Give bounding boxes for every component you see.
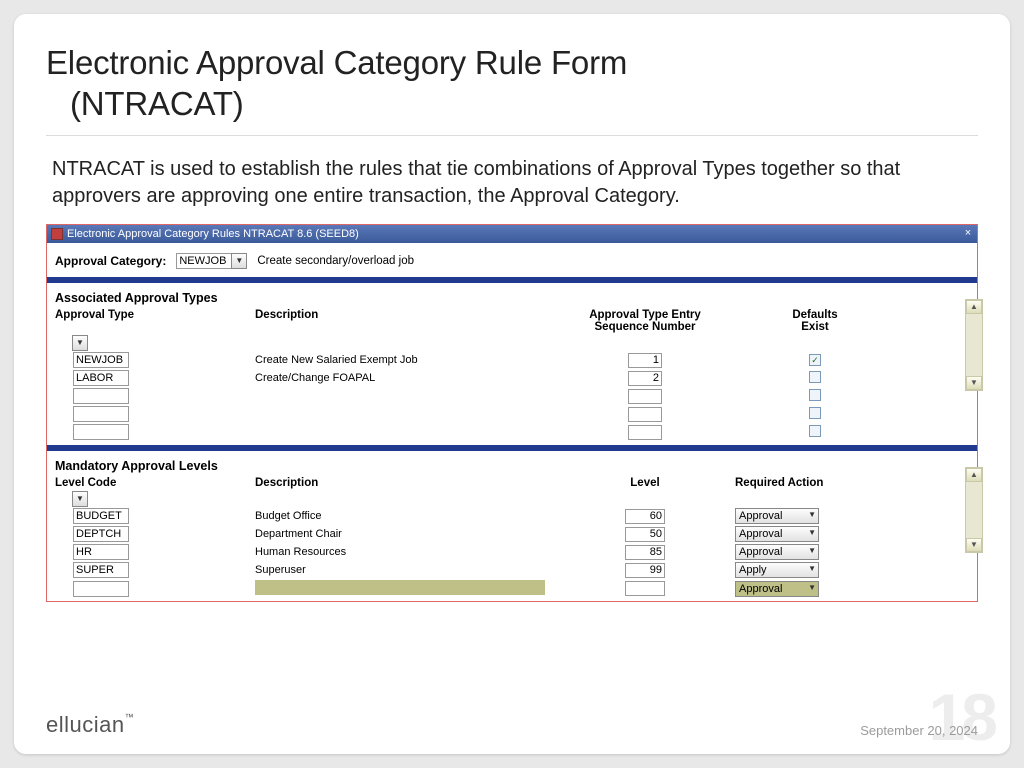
table-row-active: Approval — [55, 580, 955, 597]
table-row — [55, 388, 955, 405]
slide-title: Electronic Approval Category Rule Form (… — [46, 42, 978, 125]
defaults-exist-checkbox[interactable]: ✓ — [809, 354, 821, 366]
approval-type-code[interactable] — [73, 424, 129, 440]
level-desc: Budget Office — [255, 510, 555, 522]
defaults-exist-checkbox[interactable] — [809, 407, 821, 419]
window-title: Electronic Approval Category Rules NTRAC… — [67, 228, 359, 240]
defaults-exist-checkbox[interactable] — [809, 389, 821, 401]
table-row: Department Chair Approval — [55, 526, 955, 543]
level-code[interactable] — [73, 544, 129, 560]
level-value[interactable] — [625, 509, 665, 524]
slide-title-line1: Electronic Approval Category Rule Form — [46, 44, 627, 81]
col-defaults: Defaults Exist — [735, 309, 895, 333]
footer-date: September 20, 2024 — [860, 723, 978, 738]
level-value[interactable] — [625, 527, 665, 542]
col-description: Description — [255, 309, 555, 333]
required-action-select[interactable]: Apply — [735, 562, 819, 578]
approval-type-code[interactable] — [73, 406, 129, 422]
sequence-number[interactable] — [628, 425, 662, 440]
col-approval-type: Approval Type — [55, 309, 255, 333]
level-code[interactable] — [73, 508, 129, 524]
defaults-exist-checkbox[interactable] — [809, 371, 821, 383]
col-level: Level — [555, 477, 735, 489]
table-row: Superuser Apply — [55, 562, 955, 579]
approval-category-label: Approval Category: — [55, 254, 166, 268]
approval-type-desc: Create/Change FOAPAL — [255, 372, 555, 384]
sequence-number[interactable] — [628, 407, 662, 422]
sequence-number[interactable] — [628, 353, 662, 368]
level-desc: Superuser — [255, 564, 555, 576]
level-code[interactable] — [73, 581, 129, 597]
required-action-select[interactable]: Approval — [735, 581, 819, 597]
table-row: Human Resources Approval — [55, 544, 955, 561]
approval-type-code[interactable] — [73, 352, 129, 368]
slide-title-line2: (NTRACAT) — [46, 83, 978, 124]
table-row: Create New Salaried Exempt Job ✓ — [55, 352, 955, 369]
levels-section-title: Mandatory Approval Levels — [55, 459, 955, 473]
approval-type-code[interactable] — [73, 388, 129, 404]
col-sequence: Approval Type Entry Sequence Number — [555, 309, 735, 333]
col-required-action: Required Action — [735, 477, 895, 489]
approval-type-desc: Create New Salaried Exempt Job — [255, 354, 555, 366]
slide-body: NTRACAT is used to establish the rules t… — [46, 156, 978, 220]
app-icon — [51, 228, 63, 240]
table-row — [55, 424, 955, 441]
col-level-code: Level Code — [55, 477, 255, 489]
assoc-scrollbar[interactable]: ▲ ▼ — [965, 299, 983, 391]
app-window: Electronic Approval Category Rules NTRAC… — [46, 224, 978, 602]
level-code[interactable] — [73, 526, 129, 542]
sequence-number[interactable] — [628, 371, 662, 386]
assoc-section-title: Associated Approval Types — [55, 291, 955, 305]
required-action-select[interactable]: Approval — [735, 526, 819, 542]
keyblock: Approval Category: ▼ Create secondary/ov… — [47, 243, 977, 277]
scroll-up-icon[interactable]: ▲ — [966, 468, 982, 482]
level-code[interactable] — [73, 562, 129, 578]
approval-type-lov-button[interactable]: ▼ — [72, 335, 88, 351]
required-action-select[interactable]: Approval — [735, 544, 819, 560]
level-code-lov-button[interactable]: ▼ — [72, 491, 88, 507]
table-row: Create/Change FOAPAL — [55, 370, 955, 387]
divider — [46, 135, 978, 136]
approval-category-desc: Create secondary/overload job — [257, 255, 414, 267]
assoc-approval-types-section: Associated Approval Types Approval Type … — [47, 283, 963, 445]
required-action-select[interactable]: Approval — [735, 508, 819, 524]
scroll-down-icon[interactable]: ▼ — [966, 376, 982, 390]
level-value[interactable] — [625, 545, 665, 560]
footer: ellucian™ September 20, 2024 — [46, 712, 978, 738]
level-desc: Human Resources — [255, 546, 555, 558]
scroll-up-icon[interactable]: ▲ — [966, 300, 982, 314]
approval-type-code[interactable] — [73, 370, 129, 386]
approval-category-lov-button[interactable]: ▼ — [231, 253, 247, 269]
level-desc: Department Chair — [255, 528, 555, 540]
table-row: Budget Office Approval — [55, 508, 955, 525]
col-level-desc: Description — [255, 477, 555, 489]
sequence-number[interactable] — [628, 389, 662, 404]
close-icon[interactable]: × — [961, 226, 975, 240]
brand-logo: ellucian™ — [46, 712, 134, 738]
mandatory-levels-section: Mandatory Approval Levels Level Code Des… — [47, 451, 963, 601]
level-value[interactable] — [625, 581, 665, 596]
window-titlebar[interactable]: Electronic Approval Category Rules NTRAC… — [47, 225, 977, 243]
table-row — [55, 406, 955, 423]
levels-scrollbar[interactable]: ▲ ▼ — [965, 467, 983, 553]
approval-category-code[interactable] — [176, 253, 232, 269]
level-desc-highlight — [255, 580, 545, 595]
scroll-down-icon[interactable]: ▼ — [966, 538, 982, 552]
level-value[interactable] — [625, 563, 665, 578]
defaults-exist-checkbox[interactable] — [809, 425, 821, 437]
